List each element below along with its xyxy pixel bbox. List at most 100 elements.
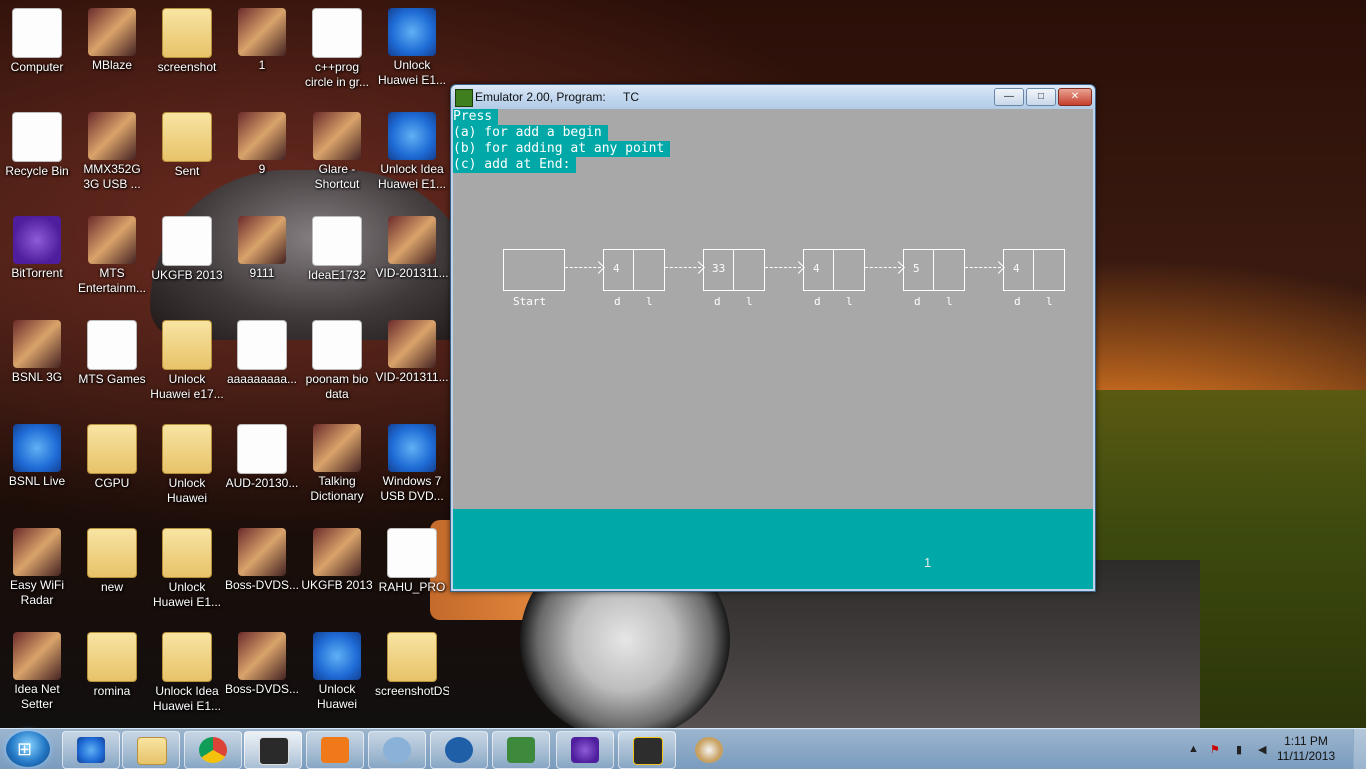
desktop-icon[interactable]: Sent: [150, 108, 224, 208]
desktop-icon-image: [162, 632, 212, 682]
node-label-d: d: [914, 295, 921, 308]
desktop-icon-image: [388, 424, 436, 472]
desktop-icon[interactable]: Recycle Bin: [0, 108, 74, 208]
desktop-icon-image: [238, 632, 286, 680]
desktop-icon[interactable]: MBlaze: [75, 4, 149, 104]
desktop-icon[interactable]: BSNL 3G: [0, 316, 74, 416]
desktop-icon[interactable]: Unlock Huawei E17...: [150, 420, 224, 520]
desktop-icon-image: [237, 320, 287, 370]
desktop-icon-label: new: [100, 580, 123, 594]
taskbar-ie[interactable]: [62, 731, 120, 769]
desktop-icon[interactable]: aaaaaaaaa...: [225, 316, 299, 416]
desktop-icon[interactable]: romina: [75, 628, 149, 728]
desktop-icon[interactable]: Unlock Idea Huawei E1...: [375, 108, 449, 208]
desktop-icon[interactable]: MTS Entertainm...: [75, 212, 149, 312]
desktop-icon[interactable]: 9111: [225, 212, 299, 312]
desktop-icon-image: [13, 216, 61, 264]
desktop-icon-label: VID-201311...: [375, 266, 449, 280]
desktop-icon[interactable]: Easy WiFi Radar: [0, 524, 74, 624]
dos-screen[interactable]: Press (a) for add a begin (b) for adding…: [453, 109, 1093, 589]
desktop-icon[interactable]: Computer: [0, 4, 74, 104]
desktop-icon[interactable]: MMX352G 3G USB ...: [75, 108, 149, 208]
desktop-icon[interactable]: 1: [225, 4, 299, 104]
desktop-icon[interactable]: screenshot: [150, 4, 224, 104]
desktop-icon[interactable]: Idea Net Setter: [0, 628, 74, 728]
emulator-window[interactable]: Emulator 2.00, Program: TC — □ ✕ Press (…: [450, 84, 1096, 592]
start-button[interactable]: ⊞: [6, 731, 50, 767]
desktop-icon[interactable]: VID-201311...: [375, 316, 449, 416]
desktop-icon-label: IdeaE1732: [307, 268, 367, 282]
desktop-icon[interactable]: poonam bio data: [300, 316, 374, 416]
taskbar-paint[interactable]: [680, 731, 738, 769]
taskbar-emulator[interactable]: [244, 731, 302, 769]
desktop-icon[interactable]: Unlock Huawei E1...: [150, 524, 224, 624]
node-label-start: Start: [513, 295, 547, 308]
desktop-icon[interactable]: new: [75, 524, 149, 624]
list-node-1: 4: [603, 249, 665, 291]
window-title: Emulator 2.00, Program:: [475, 90, 606, 104]
arrow-5: [965, 267, 1001, 268]
desktop-icon[interactable]: UKGFB 2013: [300, 524, 374, 624]
menu-line-b: (b) for adding at any point: [453, 141, 671, 157]
desktop-icon[interactable]: Unlock Huawei E17...: [300, 628, 374, 728]
close-button[interactable]: ✕: [1058, 88, 1092, 106]
taskbar-slideshow[interactable]: [618, 731, 676, 769]
desktop-icon[interactable]: VID-201311...: [375, 212, 449, 312]
desktop-icon-image: [238, 8, 286, 56]
desktop-icon-label: Sent: [174, 164, 200, 178]
desktop-icon-image: [238, 216, 286, 264]
window-titlebar[interactable]: Emulator 2.00, Program: TC — □ ✕: [451, 85, 1095, 109]
desktop-icon-image: [312, 320, 362, 370]
taskbar-app[interactable]: [368, 731, 426, 769]
node-value: 33: [712, 262, 726, 275]
clock[interactable]: 1:11 PM 11/11/2013: [1266, 734, 1346, 764]
desktop-icon-label: MTS Entertainm...: [77, 266, 147, 295]
taskbar-hp[interactable]: [430, 731, 488, 769]
desktop-icon-image: [88, 112, 136, 160]
desktop-icon[interactable]: MTS Games: [75, 316, 149, 416]
desktop-icon-label: Idea Net Setter: [14, 682, 60, 711]
turbo-c-icon: [259, 737, 289, 765]
desktop-icon-label: MMX352G 3G USB ...: [83, 162, 141, 191]
minimize-button[interactable]: —: [994, 88, 1024, 106]
taskbar-explorer[interactable]: [122, 731, 180, 769]
desktop-icon[interactable]: Unlock Idea Huawei E1...: [150, 628, 224, 728]
desktop-icon-image: [237, 424, 287, 474]
taskbar-bittorrent[interactable]: [556, 731, 614, 769]
desktop-icon[interactable]: RAHU_PRO: [375, 524, 449, 624]
maximize-button[interactable]: □: [1026, 88, 1056, 106]
desktop-icon[interactable]: AUD-20130...: [225, 420, 299, 520]
show-desktop-button[interactable]: [1353, 729, 1366, 769]
battery-icon[interactable]: ▮: [1236, 743, 1248, 756]
desktop-icon-image: [313, 424, 361, 472]
desktop-icon-label: Unlock Huawei E17...: [166, 476, 208, 505]
desktop-icon-label: screenshotDS: [375, 684, 449, 698]
desktop-icon[interactable]: Glare - Shortcut: [300, 108, 374, 208]
desktop-icon[interactable]: Boss-DVDS...: [225, 524, 299, 624]
desktop-icon[interactable]: 9: [225, 108, 299, 208]
desktop-icon-image: [313, 528, 361, 576]
desktop-icon[interactable]: BSNL Live: [0, 420, 74, 520]
action-center-icon[interactable]: ⚑: [1210, 743, 1222, 756]
desktop-icon[interactable]: UKGFB 2013: [150, 212, 224, 312]
show-hidden-icons-icon[interactable]: ▲: [1188, 743, 1200, 755]
desktop-icon[interactable]: Unlock Huawei e17...: [150, 316, 224, 416]
desktop-icon[interactable]: screenshotDS: [375, 628, 449, 728]
arrow-1: [565, 267, 601, 268]
desktop-icon[interactable]: c++prog circle in gr...: [300, 4, 374, 104]
desktop-icon[interactable]: Boss-DVDS...: [225, 628, 299, 728]
desktop-icon[interactable]: IdeaE1732: [300, 212, 374, 312]
desktop-icon[interactable]: Windows 7 USB DVD...: [375, 420, 449, 520]
taskbar-chrome[interactable]: [184, 731, 242, 769]
desktop-icon[interactable]: BitTorrent: [0, 212, 74, 312]
taskbar-media[interactable]: [306, 731, 364, 769]
clock-date: 11/11/2013: [1276, 749, 1336, 763]
desktop-icon[interactable]: Unlock Huawei E1...: [375, 4, 449, 104]
desktop-icon-image: [162, 424, 212, 474]
desktop-icon-label: MTS Games: [78, 372, 146, 386]
desktop-icon-label: RAHU_PRO: [378, 580, 446, 594]
desktop-icon[interactable]: CGPU: [75, 420, 149, 520]
desktop-icon-label: Windows 7 USB DVD...: [380, 474, 444, 503]
taskbar-network[interactable]: [492, 731, 550, 769]
desktop-icon[interactable]: Talking Dictionary: [300, 420, 374, 520]
